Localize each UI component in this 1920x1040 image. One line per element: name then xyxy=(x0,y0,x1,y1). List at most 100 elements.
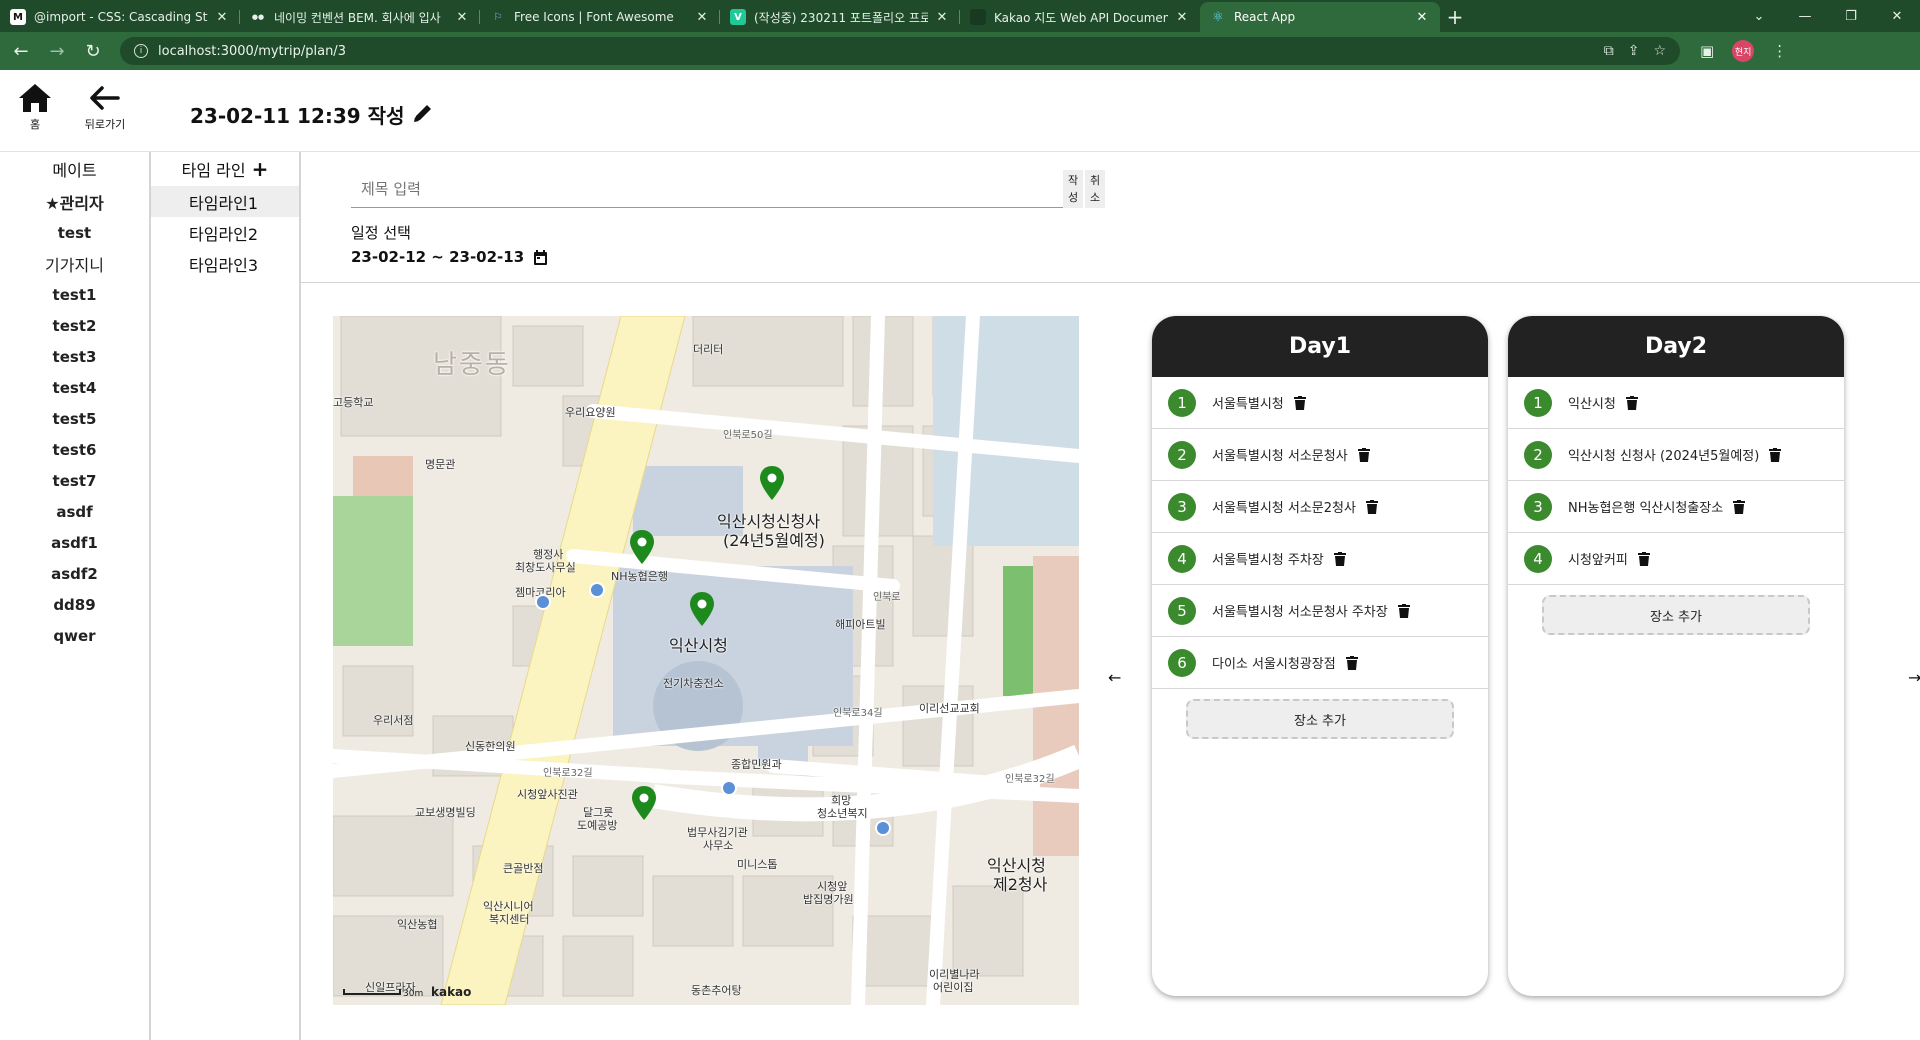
calendar-icon[interactable] xyxy=(534,249,548,265)
map-marker-icon[interactable] xyxy=(631,786,657,820)
map-label: 신동한의원 xyxy=(465,740,516,753)
place-item[interactable]: 1 서울특별시청 xyxy=(1152,377,1488,429)
place-item[interactable]: 2 익산시청 신청사 (2024년5월예정) xyxy=(1508,429,1844,481)
title-input[interactable] xyxy=(351,170,1063,208)
forward-arrow-icon[interactable]: → xyxy=(42,36,72,66)
timeline-item[interactable]: 타임라인2 xyxy=(151,217,299,248)
menu-kebab-icon[interactable]: ⋮ xyxy=(1772,42,1787,60)
timeline-item[interactable]: 타임라인1 xyxy=(151,186,299,217)
back-arrow-icon[interactable]: ← xyxy=(6,36,36,66)
back-button[interactable]: 뒤로가기 xyxy=(75,82,135,132)
map-label: 더리터 xyxy=(693,343,724,356)
browser-tab-5[interactable]: ⚛ React App ✕ xyxy=(1200,2,1440,32)
translate-icon[interactable]: ⧉ xyxy=(1604,43,1614,59)
close-icon[interactable]: ✕ xyxy=(1414,10,1430,25)
mate-item[interactable]: test4 xyxy=(0,372,149,403)
trash-icon[interactable] xyxy=(1733,499,1746,514)
map-marker-icon[interactable] xyxy=(689,592,715,626)
browser-tab-3[interactable]: V (작성중) 230211 포트폴리오 프로 ✕ xyxy=(720,2,960,32)
mate-item[interactable]: 기가지니 xyxy=(0,248,149,279)
home-icon xyxy=(19,84,51,112)
pencil-icon[interactable] xyxy=(412,102,434,124)
address-bar[interactable]: i localhost:3000/mytrip/plan/3 ⧉ ⇪ ☆ xyxy=(120,37,1680,65)
cancel-button[interactable]: 취소 xyxy=(1085,170,1105,208)
mate-item[interactable]: asdf2 xyxy=(0,558,149,589)
new-tab-button[interactable]: + xyxy=(1440,2,1470,32)
place-name: 서울특별시청 서소문청사 주차장 xyxy=(1212,605,1388,620)
mate-item[interactable]: qwer xyxy=(0,620,149,651)
map-label: 복지센터 xyxy=(489,913,530,926)
place-item[interactable]: 4 서울특별시청 주차장 xyxy=(1152,533,1488,585)
close-icon[interactable]: ✕ xyxy=(1174,10,1190,25)
mate-item[interactable]: test1 xyxy=(0,279,149,310)
close-icon[interactable]: ✕ xyxy=(934,10,950,25)
road-label: 인북로 xyxy=(873,592,901,603)
mate-item[interactable]: test7 xyxy=(0,465,149,496)
kakao-map[interactable]: 남중동 더리터 고등학교 우리요양원 명문관 익산시청신청사 (24년5월예정)… xyxy=(333,316,1079,1005)
close-icon[interactable]: ✕ xyxy=(454,10,470,25)
next-arrow-icon[interactable]: → xyxy=(1908,668,1920,687)
browser-tab-strip: M @import - CSS: Cascading Style ✕ ●● 네이… xyxy=(0,0,1920,32)
trash-icon[interactable] xyxy=(1769,447,1782,462)
trash-icon[interactable] xyxy=(1345,655,1358,670)
bus-stop-icon xyxy=(721,780,737,796)
tab-title: (작성중) 230211 포트폴리오 프로 xyxy=(754,10,928,25)
map-label: 우리서점 xyxy=(373,714,414,727)
map-label: 고등학교 xyxy=(333,396,374,409)
close-icon[interactable]: ✕ xyxy=(694,10,710,25)
browser-tab-0[interactable]: M @import - CSS: Cascading Style ✕ xyxy=(0,2,240,32)
map-label: 시청앞사진관 xyxy=(517,788,578,801)
place-item[interactable]: 2 서울특별시청 서소문청사 xyxy=(1152,429,1488,481)
close-window-icon[interactable]: ✕ xyxy=(1874,0,1920,32)
write-button[interactable]: 작성 xyxy=(1063,170,1083,208)
mate-item[interactable]: asdf xyxy=(0,496,149,527)
place-item[interactable]: 1 익산시청 xyxy=(1508,377,1844,429)
trash-icon[interactable] xyxy=(1637,551,1650,566)
mate-item[interactable]: test6 xyxy=(0,434,149,465)
map-marker-icon[interactable] xyxy=(629,530,655,564)
mate-item-leader[interactable]: ★관리자 xyxy=(0,186,149,217)
mate-item[interactable]: dd89 xyxy=(0,589,149,620)
browser-tab-2[interactable]: ⚐ Free Icons | Font Awesome ✕ xyxy=(480,2,720,32)
mate-item[interactable]: asdf1 xyxy=(0,527,149,558)
mate-item[interactable]: test3 xyxy=(0,341,149,372)
mate-item[interactable]: test2 xyxy=(0,310,149,341)
place-item[interactable]: 3 서울특별시청 서소문2청사 xyxy=(1152,481,1488,533)
place-item[interactable]: 3 NH농협은행 익산시청출장소 xyxy=(1508,481,1844,533)
browser-tab-1[interactable]: ●● 네이밍 컨벤션 BEM. 회사에 입사 ✕ xyxy=(240,2,480,32)
trash-icon[interactable] xyxy=(1293,395,1306,410)
add-place-button[interactable]: 장소 추가 xyxy=(1542,595,1810,635)
place-name: 시청앞커피 xyxy=(1568,553,1628,568)
bookmark-star-icon[interactable]: ☆ xyxy=(1653,43,1666,59)
place-item[interactable]: 4 시청앞커피 xyxy=(1508,533,1844,585)
tab-search-icon[interactable]: ⌄ xyxy=(1736,0,1782,32)
add-place-button[interactable]: 장소 추가 xyxy=(1186,699,1454,739)
place-item[interactable]: 6 다이소 서울시청광장점 xyxy=(1152,637,1488,689)
map-label-major: 제2청사 xyxy=(993,875,1048,894)
road-label: 인북로50길 xyxy=(723,430,773,441)
mate-item[interactable]: test5 xyxy=(0,403,149,434)
profile-avatar[interactable]: 현지 xyxy=(1732,40,1755,62)
trash-icon[interactable] xyxy=(1357,447,1370,462)
map-marker-icon[interactable] xyxy=(759,466,785,500)
trash-icon[interactable] xyxy=(1625,395,1638,410)
schedule-picker[interactable]: 23-02-12 ~ 23-02-13 xyxy=(351,248,548,266)
home-button[interactable]: 홈 xyxy=(5,82,65,132)
trash-icon[interactable] xyxy=(1333,551,1346,566)
prev-arrow-icon[interactable]: ← xyxy=(1108,668,1121,687)
plus-icon[interactable]: + xyxy=(252,157,269,181)
side-panel-icon[interactable]: ▣ xyxy=(1700,42,1714,60)
mate-item[interactable]: test xyxy=(0,217,149,248)
trash-icon[interactable] xyxy=(1397,603,1410,618)
share-icon[interactable]: ⇪ xyxy=(1628,43,1640,59)
browser-tab-4[interactable]: Kakao 지도 Web API Document ✕ xyxy=(960,2,1200,32)
close-icon[interactable]: ✕ xyxy=(214,10,230,25)
minimize-icon[interactable]: — xyxy=(1782,0,1828,32)
timeline-item[interactable]: 타임라인3 xyxy=(151,248,299,279)
place-item[interactable]: 5 서울특별시청 서소문청사 주차장 xyxy=(1152,585,1488,637)
trash-icon[interactable] xyxy=(1365,499,1378,514)
reload-icon[interactable]: ↻ xyxy=(78,36,108,66)
place-name: 익산시청 신청사 (2024년5월예정) xyxy=(1568,449,1760,464)
info-icon[interactable]: i xyxy=(134,44,148,58)
restore-icon[interactable]: ❐ xyxy=(1828,0,1874,32)
